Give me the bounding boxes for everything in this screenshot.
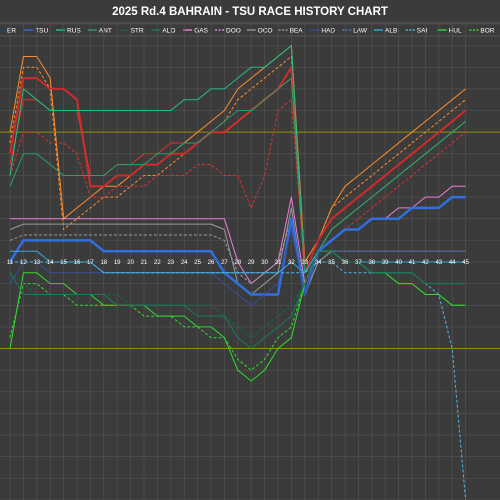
x-tick-label: 32	[288, 260, 295, 266]
x-tick-label: 34	[315, 260, 322, 266]
x-tick-label: 20	[127, 260, 134, 266]
x-tick-label: 15	[60, 260, 67, 266]
x-tick-label: 28	[234, 260, 241, 266]
legend-label: OCO	[258, 27, 273, 34]
x-tick-label: 30	[261, 260, 268, 266]
x-tick-label: 14	[47, 260, 54, 266]
legend-label: BOR	[480, 27, 494, 34]
x-tick-label: 40	[395, 260, 402, 266]
legend: ER TSU RUS ANT STR ALO GAS DOO OCO BEA HAD LAW ALB SA…	[0, 22, 500, 37]
x-tick-label: 19	[114, 260, 121, 266]
x-tick-label: 42	[422, 260, 429, 266]
x-tick-label: 39	[382, 260, 389, 266]
x-axis: 11 12 13 14 15 16 17 18 19 20 21 22 23 24 25 26 27 28 29 30…	[7, 260, 470, 266]
x-tick-label: 21	[141, 260, 148, 266]
legend-label: RUS	[67, 27, 81, 34]
x-tick-label: 35	[328, 260, 335, 266]
x-tick-label: 12	[20, 260, 27, 266]
legend-label: TSU	[35, 27, 48, 34]
x-tick-label: 16	[74, 260, 81, 266]
legend-label: SAI	[417, 27, 428, 34]
x-tick-label: 44	[449, 260, 456, 266]
legend-label: GAS	[194, 27, 208, 34]
legend-label: ALO	[162, 27, 175, 34]
x-tick-label: 43	[435, 260, 442, 266]
chart-background	[0, 0, 500, 500]
x-tick-label: 45	[462, 260, 469, 266]
x-tick-label: 38	[368, 260, 375, 266]
x-tick-label: 29	[248, 260, 255, 266]
legend-label: DOO	[226, 27, 241, 34]
legend-label: HAD	[321, 27, 335, 34]
x-tick-label: 11	[7, 260, 14, 266]
legend-label: ANT	[99, 27, 112, 34]
legend-label: LAW	[353, 27, 368, 34]
x-tick-label: 17	[87, 260, 94, 266]
x-tick-label: 37	[355, 260, 362, 266]
x-tick-label: 13	[33, 260, 40, 266]
x-tick-label: 33	[301, 260, 308, 266]
chart-container: 2025 Rd.4 BAHRAIN - TSU RACE HISTORY CHA…	[0, 0, 500, 500]
legend-label: ALB	[385, 27, 397, 34]
legend-label: HUL	[449, 27, 462, 34]
chart-title: 2025 Rd.4 BAHRAIN - TSU RACE HISTORY CHA…	[112, 6, 388, 18]
x-tick-label: 23	[167, 260, 174, 266]
x-tick-label: 36	[342, 260, 349, 266]
x-tick-label: 31	[275, 260, 282, 266]
race-history-chart: 2025 Rd.4 BAHRAIN - TSU RACE HISTORY CHA…	[0, 0, 500, 500]
x-tick-label: 26	[208, 260, 215, 266]
x-tick-label: 24	[181, 260, 188, 266]
legend-label: ER	[7, 27, 16, 34]
x-tick-label: 27	[221, 260, 228, 266]
x-tick-label: 18	[100, 260, 107, 266]
x-tick-label: 25	[194, 260, 201, 266]
legend-label: STR	[131, 27, 144, 34]
x-tick-label: 22	[154, 260, 161, 266]
x-tick-label: 41	[409, 260, 416, 266]
